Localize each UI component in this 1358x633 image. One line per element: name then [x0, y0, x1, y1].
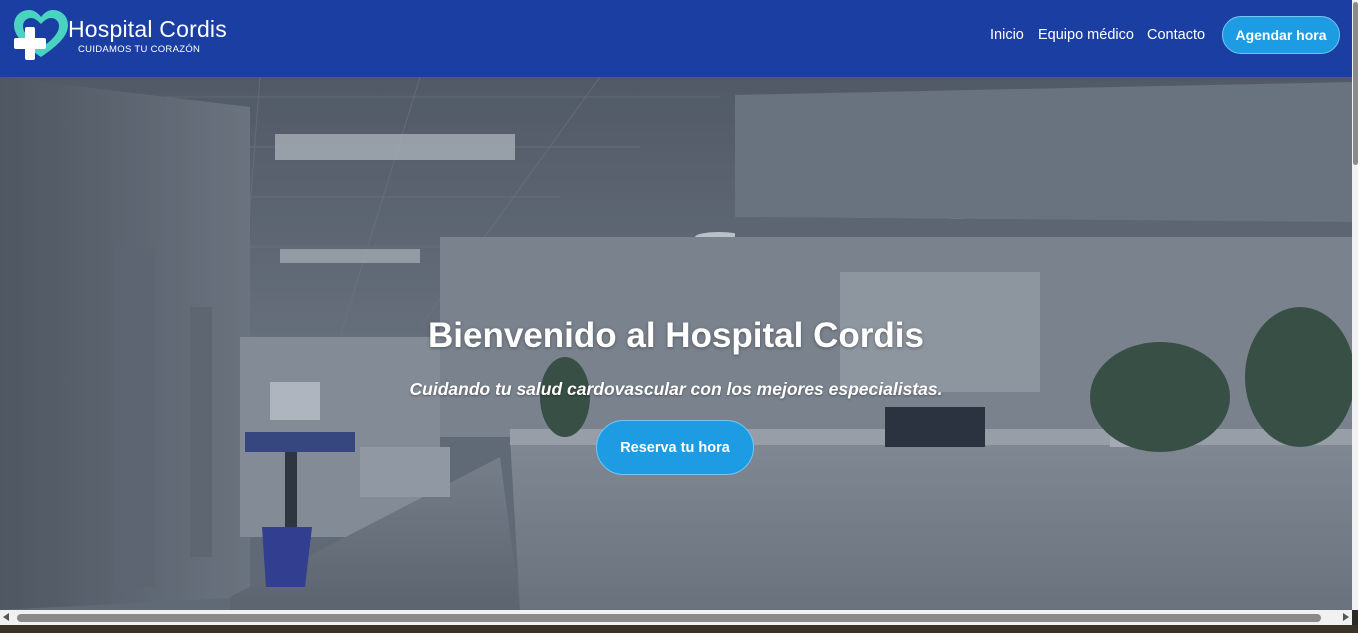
horizontal-scrollbar[interactable]: [0, 610, 1352, 625]
nav-link-equipo-medico[interactable]: Equipo médico: [1038, 26, 1134, 44]
next-section-peek: [0, 625, 1358, 633]
hero-title: Bienvenido al Hospital Cordis: [428, 316, 924, 355]
hero-section: Bienvenido al Hospital Cordis Cuidando t…: [0, 77, 1352, 610]
heart-cross-icon[interactable]: [12, 8, 70, 62]
brand-name[interactable]: Hospital Cordis: [68, 16, 227, 42]
nav-link-inicio[interactable]: Inicio: [990, 26, 1024, 44]
site-header: Hospital Cordis CUIDAMOS TU CORAZÓN Inic…: [0, 0, 1352, 77]
vertical-scrollbar-thumb[interactable]: [1353, 2, 1358, 165]
hero-subtitle: Cuidando tu salud cardovascular con los …: [409, 379, 943, 399]
scroll-left-arrow-icon[interactable]: [3, 613, 9, 621]
brand-tagline: CUIDAMOS TU CORAZÓN: [78, 44, 201, 55]
reserva-tu-hora-button[interactable]: Reserva tu hora: [596, 420, 754, 475]
scroll-right-arrow-icon[interactable]: [1343, 613, 1349, 621]
agendar-hora-button[interactable]: Agendar hora: [1222, 16, 1340, 54]
horizontal-scrollbar-thumb[interactable]: [17, 614, 1321, 622]
vertical-scrollbar[interactable]: [1352, 0, 1358, 610]
nav-link-contacto[interactable]: Contacto: [1147, 26, 1205, 44]
